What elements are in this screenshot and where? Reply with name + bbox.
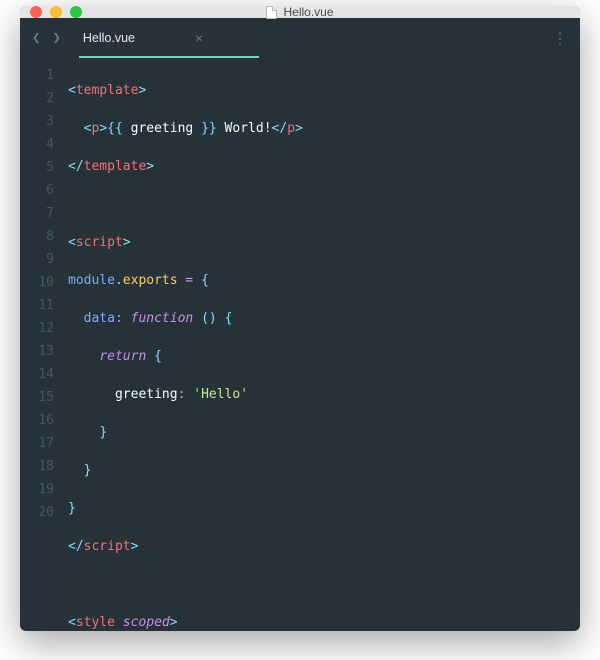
tab-hello-vue[interactable]: Hello.vue × — [79, 18, 207, 58]
tab-overflow-icon[interactable]: ⋮ — [552, 29, 568, 48]
code-line[interactable]: data: function () { — [68, 307, 580, 330]
line-number: 11 — [20, 294, 54, 317]
line-number: 14 — [20, 363, 54, 386]
line-number: 20 — [20, 501, 54, 524]
line-number: 17 — [20, 432, 54, 455]
nav-arrows: ❮ ❯ — [32, 30, 61, 46]
zoom-window-button[interactable] — [70, 6, 82, 18]
nav-back-icon[interactable]: ❮ — [32, 30, 40, 46]
code-line[interactable]: <p>{{ greeting }} World!</p> — [68, 117, 580, 140]
line-number: 3 — [20, 110, 54, 133]
line-number: 5 — [20, 156, 54, 179]
line-gutter: 1 2 3 4 5 6 7 8 9 10 11 12 13 14 15 16 1… — [20, 64, 68, 631]
code-line[interactable]: <style scoped> — [68, 611, 580, 631]
tab-active-underline — [79, 56, 259, 58]
line-number: 13 — [20, 340, 54, 363]
file-icon — [266, 6, 277, 19]
code-line[interactable]: module.exports = { — [68, 269, 580, 292]
line-number: 10 — [20, 271, 54, 294]
code-line[interactable]: </script> — [68, 535, 580, 558]
traffic-lights — [30, 6, 82, 18]
code-line[interactable]: </template> — [68, 155, 580, 178]
tab-label: Hello.vue — [83, 31, 135, 45]
line-number: 18 — [20, 455, 54, 478]
code-line[interactable] — [68, 193, 580, 216]
line-number: 9 — [20, 248, 54, 271]
tab-bar: ❮ ❯ Hello.vue × ⋮ — [20, 18, 580, 58]
line-number: 16 — [20, 409, 54, 432]
line-number: 2 — [20, 87, 54, 110]
code-line[interactable]: return { — [68, 345, 580, 368]
close-window-button[interactable] — [30, 6, 42, 18]
code-content[interactable]: <template> <p>{{ greeting }} World!</p> … — [68, 64, 580, 631]
window-title: Hello.vue — [283, 6, 333, 19]
minimize-window-button[interactable] — [50, 6, 62, 18]
editor-window: Hello.vue ❮ ❯ Hello.vue × ⋮ 1 2 3 4 5 6 … — [20, 6, 580, 631]
code-line[interactable]: greeting: 'Hello' — [68, 383, 580, 406]
line-number: 12 — [20, 317, 54, 340]
code-line[interactable]: } — [68, 421, 580, 444]
line-number: 8 — [20, 225, 54, 248]
line-number: 7 — [20, 202, 54, 225]
titlebar: Hello.vue — [20, 6, 580, 18]
line-number: 15 — [20, 386, 54, 409]
tab-close-icon[interactable]: × — [195, 30, 203, 46]
line-number: 1 — [20, 64, 54, 87]
line-number: 6 — [20, 179, 54, 202]
code-line[interactable]: <script> — [68, 231, 580, 254]
code-line[interactable]: } — [68, 497, 580, 520]
code-line[interactable]: } — [68, 459, 580, 482]
code-line[interactable] — [68, 573, 580, 596]
line-number: 19 — [20, 478, 54, 501]
line-number: 4 — [20, 133, 54, 156]
editor-area[interactable]: 1 2 3 4 5 6 7 8 9 10 11 12 13 14 15 16 1… — [20, 58, 580, 631]
code-line[interactable]: <template> — [68, 79, 580, 102]
nav-forward-icon[interactable]: ❯ — [52, 30, 60, 46]
